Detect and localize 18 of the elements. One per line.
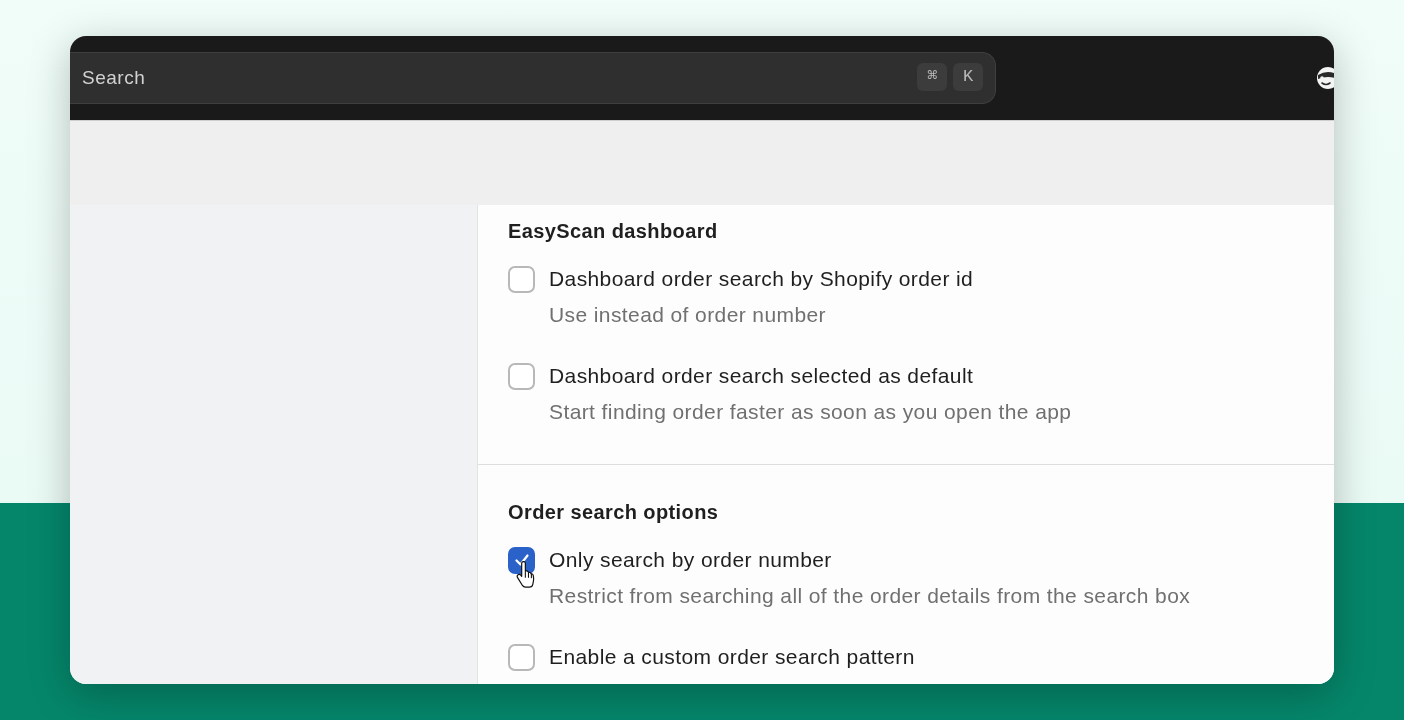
avatar-icon[interactable] (1316, 66, 1334, 90)
option-description: Restrict from searching all of the order details from the search box (549, 583, 1191, 609)
checkmark-icon (513, 552, 530, 568)
hand-pointer-icon (515, 560, 537, 589)
shortcut-key: K (953, 63, 983, 91)
option-description: Start finding order faster as soon as you open the app (549, 399, 1072, 425)
option-label: Enable a custom order search pattern (549, 644, 915, 670)
option-label: Only search by order number (549, 547, 832, 573)
checkbox[interactable] (508, 362, 535, 390)
option-description: Use instead of order number (549, 302, 826, 328)
section-heading: Order search options (508, 500, 719, 525)
option-label: Dashboard order search selected as default (549, 363, 974, 389)
section-heading: EasyScan dashboard (508, 219, 718, 244)
shortcut-key: ⌘ (917, 63, 947, 91)
checkbox[interactable] (508, 265, 535, 293)
checkbox[interactable] (508, 643, 535, 671)
option-label: Dashboard order search by Shopify order id (549, 266, 974, 292)
checkbox[interactable] (508, 546, 535, 574)
